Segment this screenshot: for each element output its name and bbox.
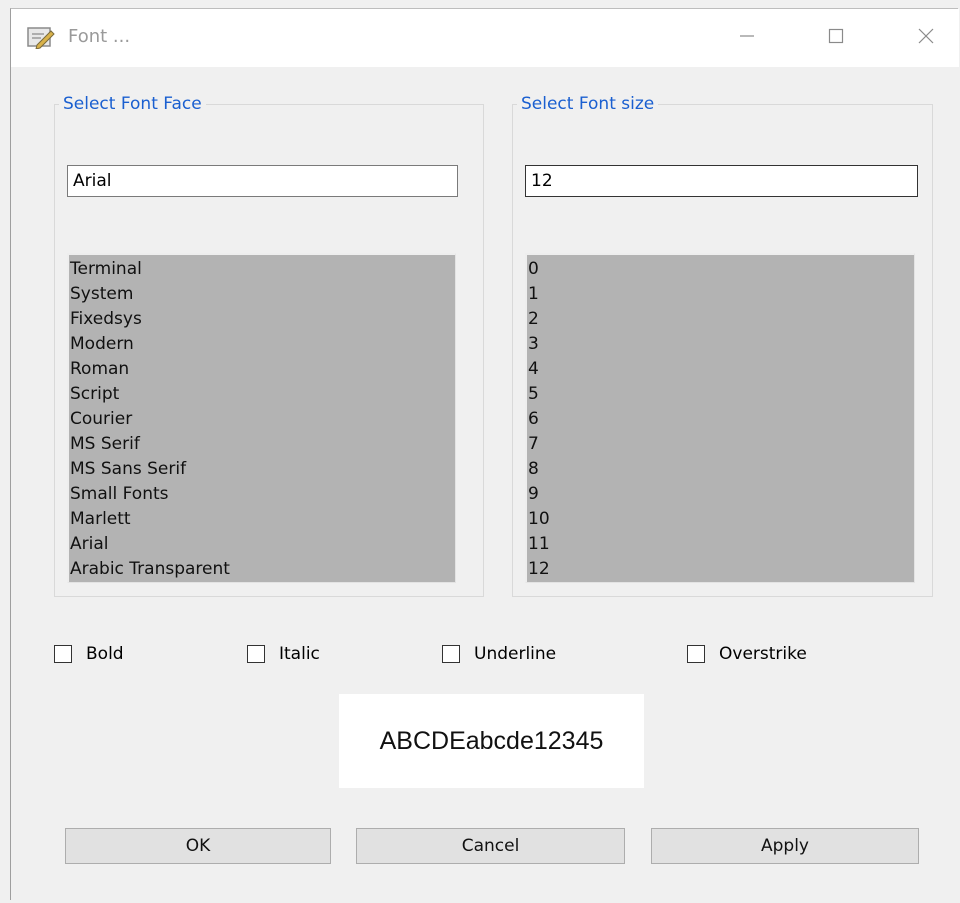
font-size-list-item[interactable]: 1: [527, 282, 914, 307]
maximize-icon: [828, 28, 844, 48]
ok-button[interactable]: OK: [65, 828, 331, 864]
font-face-list-item[interactable]: MS Sans Serif: [69, 457, 455, 482]
font-size-list-item[interactable]: 5: [527, 382, 914, 407]
font-size-group-label: Select Font size: [517, 94, 659, 114]
minimize-icon: [739, 28, 755, 48]
font-size-list-item[interactable]: 8: [527, 457, 914, 482]
font-dialog: Font ... Select Font Face Arial Terminal…: [10, 8, 959, 900]
close-button[interactable]: [903, 9, 949, 67]
font-face-list[interactable]: Terminal System Fixedsys Modern Roman Script C…: [67, 253, 456, 583]
bold-checkbox[interactable]: [54, 645, 72, 663]
edit-icon: [27, 25, 55, 50]
font-size-list-item[interactable]: 11: [527, 532, 914, 557]
font-size-input[interactable]: 12: [525, 165, 918, 197]
title-bar[interactable]: Font ...: [11, 9, 959, 67]
font-size-list-item[interactable]: 3: [527, 332, 914, 357]
bold-option[interactable]: Bold: [54, 644, 124, 664]
font-face-group-label: Select Font Face: [59, 94, 206, 114]
font-face-list-item[interactable]: Arabic Transparent: [69, 557, 455, 582]
maximize-button[interactable]: [813, 9, 859, 67]
italic-label: Italic: [279, 644, 320, 664]
font-face-list-item[interactable]: Fixedsys: [69, 307, 455, 332]
apply-button[interactable]: Apply: [651, 828, 919, 864]
font-size-list-item[interactable]: 7: [527, 432, 914, 457]
overstrike-checkbox[interactable]: [687, 645, 705, 663]
font-face-input[interactable]: Arial: [67, 165, 458, 197]
font-size-list-item[interactable]: 9: [527, 482, 914, 507]
font-face-list-item[interactable]: MS Serif: [69, 432, 455, 457]
font-size-list[interactable]: 0 1 2 3 4 5 6 7 8 9 10 11 12: [525, 253, 915, 583]
font-face-list-item[interactable]: Roman: [69, 357, 455, 382]
font-size-list-item[interactable]: 2: [527, 307, 914, 332]
italic-option[interactable]: Italic: [247, 644, 320, 664]
font-size-list-item[interactable]: 10: [527, 507, 914, 532]
font-size-list-item[interactable]: 6: [527, 407, 914, 432]
font-size-list-item[interactable]: 4: [527, 357, 914, 382]
overstrike-option[interactable]: Overstrike: [687, 644, 807, 664]
font-face-list-item[interactable]: Marlett: [69, 507, 455, 532]
font-size-list-item[interactable]: 12: [527, 557, 914, 582]
overstrike-label: Overstrike: [719, 644, 807, 664]
underline-label: Underline: [474, 644, 557, 664]
cancel-button[interactable]: Cancel: [356, 828, 625, 864]
underline-option[interactable]: Underline: [442, 644, 556, 664]
font-face-list-item[interactable]: Modern: [69, 332, 455, 357]
font-face-list-item[interactable]: Terminal: [69, 257, 455, 282]
font-preview: ABCDEabcde12345: [339, 694, 644, 788]
bold-label: Bold: [86, 644, 124, 664]
font-face-list-item[interactable]: System: [69, 282, 455, 307]
font-face-list-item[interactable]: Courier: [69, 407, 455, 432]
close-icon: [918, 28, 934, 48]
underline-checkbox[interactable]: [442, 645, 460, 663]
font-face-list-item[interactable]: Script: [69, 382, 455, 407]
font-face-list-item[interactable]: Small Fonts: [69, 482, 455, 507]
font-size-list-item[interactable]: 0: [527, 257, 914, 282]
minimize-button[interactable]: [724, 9, 770, 67]
window-title: Font ...: [68, 26, 131, 47]
italic-checkbox[interactable]: [247, 645, 265, 663]
font-face-list-item[interactable]: Arial: [69, 532, 455, 557]
